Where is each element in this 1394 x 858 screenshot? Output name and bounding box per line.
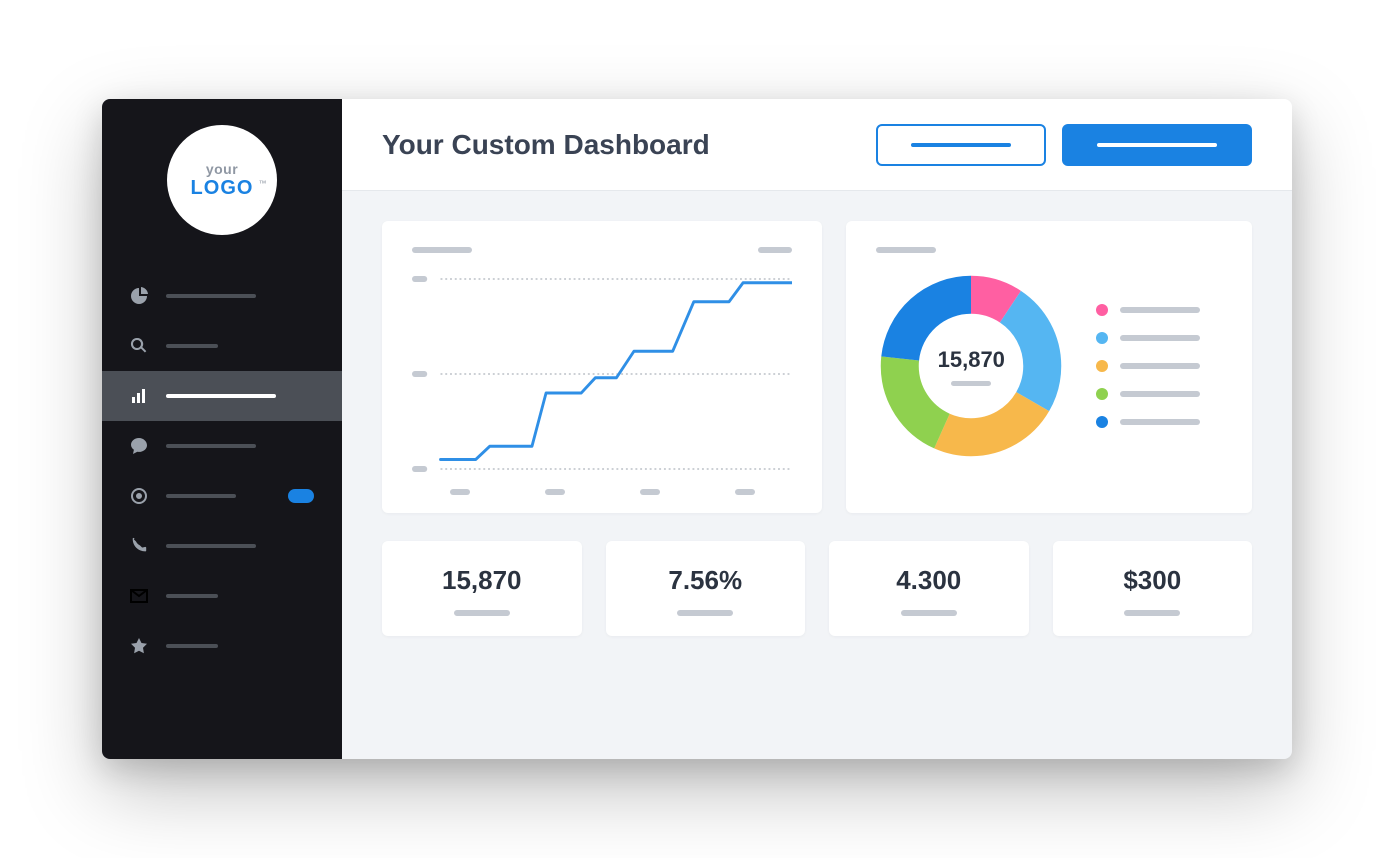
legend-label-placeholder [1120,307,1200,313]
donut-chart-card: 15,870 [846,221,1252,513]
legend-dot-icon [1096,304,1108,316]
legend-label-placeholder [1120,419,1200,425]
sidebar-item-label [166,594,218,598]
sidebar-item-label [166,294,256,298]
mail-icon [130,587,148,605]
donut-body: 15,870 [876,271,1222,461]
logo-top-text: your [206,161,238,177]
stat-label-placeholder [454,610,510,616]
stat-label-placeholder [1124,610,1180,616]
sidebar-item-label [166,494,236,498]
x-tick-placeholder [735,489,755,495]
legend-item-1 [1096,332,1200,344]
legend-label-placeholder [1120,335,1200,341]
stat-value: 4.300 [896,565,961,596]
card-title-placeholder [412,247,472,253]
page-title: Your Custom Dashboard [382,129,860,161]
phone-icon [130,537,148,555]
stat-label-placeholder [901,610,957,616]
card-title-placeholder [876,247,936,253]
legend-item-0 [1096,304,1200,316]
stat-card-2[interactable]: 4.300 [829,541,1029,636]
content: 15,870 15,870 7.56% 4.300 $300 [342,191,1292,759]
charts-row: 15,870 [382,221,1252,513]
legend-item-3 [1096,388,1200,400]
logo-circle: your LOGO ™ [167,125,277,235]
donut-center: 15,870 [876,271,1066,461]
sidebar-nav [102,271,342,671]
sidebar-item-6[interactable] [102,571,342,621]
card-header [412,247,792,253]
sidebar-item-label [166,394,276,398]
legend-item-2 [1096,360,1200,372]
search-icon [130,337,148,355]
line-chart [412,269,792,479]
y-tick-placeholder [412,371,427,377]
brand-logo: your LOGO ™ [102,125,342,235]
x-tick-placeholder [450,489,470,495]
x-tick-placeholder [640,489,660,495]
card-header [876,247,1222,253]
legend-label-placeholder [1120,363,1200,369]
donut-chart: 15,870 [876,271,1066,461]
topbar: Your Custom Dashboard [342,99,1292,191]
stat-card-0[interactable]: 15,870 [382,541,582,636]
sidebar-item-label [166,444,256,448]
y-tick-placeholder [412,466,427,472]
x-tick-placeholder [545,489,565,495]
button-label-placeholder [1097,143,1217,147]
stat-card-1[interactable]: 7.56% [606,541,806,636]
sidebar-item-0[interactable] [102,271,342,321]
line-series [441,283,793,460]
sidebar: your LOGO ™ [102,99,342,759]
sidebar-item-4[interactable] [102,471,342,521]
legend-item-4 [1096,416,1200,428]
button-label-placeholder [911,143,1011,147]
dashboard-icon [130,287,148,305]
legend-dot-icon [1096,360,1108,372]
card-action-placeholder[interactable] [758,247,792,253]
target-icon [130,487,148,505]
legend-label-placeholder [1120,391,1200,397]
sidebar-item-7[interactable] [102,621,342,671]
sidebar-item-2[interactable] [102,371,342,421]
bar-chart-icon [130,387,148,405]
stat-value: 15,870 [442,565,522,596]
line-chart-card [382,221,822,513]
x-axis-ticks [412,489,792,495]
logo-bottom-text: LOGO ™ [191,177,254,200]
stat-card-3[interactable]: $300 [1053,541,1253,636]
sidebar-badge [288,489,314,503]
star-icon [130,637,148,655]
app-window: your LOGO ™ Your Custom Dashboard [102,99,1292,759]
sidebar-item-label [166,344,218,348]
legend-dot-icon [1096,416,1108,428]
legend-dot-icon [1096,332,1108,344]
donut-legend [1096,304,1200,428]
logo-trademark: ™ [258,179,267,188]
sidebar-item-3[interactable] [102,421,342,471]
sidebar-item-label [166,644,218,648]
legend-dot-icon [1096,388,1108,400]
sidebar-item-5[interactable] [102,521,342,571]
y-tick-placeholder [412,276,427,282]
main-area: Your Custom Dashboard [342,99,1292,759]
sidebar-item-1[interactable] [102,321,342,371]
stat-value: $300 [1123,565,1181,596]
stats-row: 15,870 7.56% 4.300 $300 [382,541,1252,636]
sidebar-item-label [166,544,256,548]
stat-label-placeholder [677,610,733,616]
chat-icon [130,437,148,455]
stat-value: 7.56% [668,565,742,596]
header-button-primary[interactable] [1062,124,1252,166]
header-button-secondary[interactable] [876,124,1046,166]
donut-center-sub-placeholder [951,381,991,386]
donut-center-value: 15,870 [938,347,1005,373]
